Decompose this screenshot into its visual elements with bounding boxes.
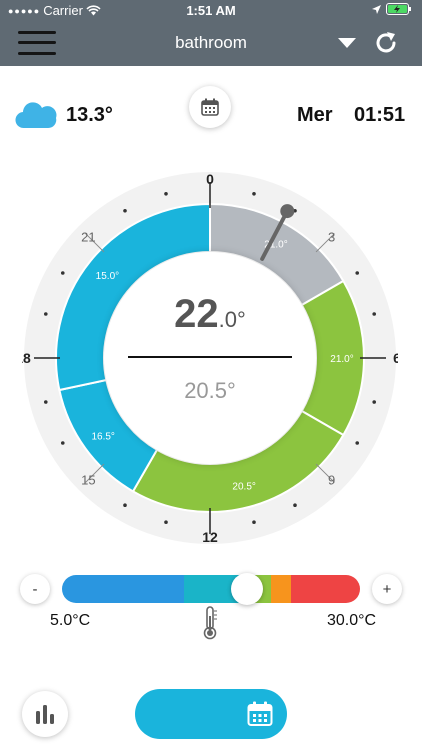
bar-chart-icon: [36, 705, 54, 724]
temperature-center: 22.0° 20.5°: [104, 252, 316, 464]
statistics-button[interactable]: [22, 691, 68, 737]
outside-temperature: 13.3°: [66, 104, 113, 126]
current-time: 01:51: [354, 104, 406, 126]
hour-dot: [293, 503, 297, 508]
hour-dot: [252, 191, 256, 196]
calendar-icon: [247, 701, 273, 726]
temperature-slider-track[interactable]: [62, 575, 360, 603]
room-title[interactable]: bathroom: [0, 33, 422, 53]
hour-dot: [355, 271, 360, 275]
battery-charging-icon: [386, 3, 411, 15]
calendar-icon: [201, 98, 219, 116]
hour-label: 21: [81, 229, 95, 244]
segment-temp-label: 21.0°: [330, 354, 353, 365]
segment-temp-label: 15.0°: [96, 271, 119, 282]
current-temperature: 20.5°: [184, 378, 236, 403]
hour-dot: [60, 271, 65, 275]
set-temp-integer: 22: [174, 292, 219, 336]
hour-dot: [372, 312, 377, 316]
schedule-dial[interactable]: 21.0°21.0°20.5°16.5°15.0° 036912151821 2…: [22, 170, 398, 546]
hour-label: 18: [22, 350, 31, 366]
chevron-down-icon[interactable]: [338, 38, 356, 49]
slider-band: [291, 575, 360, 603]
cloud-icon: [15, 102, 57, 129]
hour-dot: [60, 441, 65, 445]
slider-band: [62, 575, 185, 603]
hour-label: 12: [202, 529, 218, 545]
hour-label: 6: [393, 350, 398, 366]
schedule-button[interactable]: [135, 689, 287, 739]
divider: [128, 356, 292, 358]
weekday-label: Mer: [297, 104, 333, 126]
current-time-hand-knob[interactable]: [280, 204, 295, 219]
min-temp-label: 5.0°C: [50, 612, 91, 629]
hour-dot: [164, 191, 168, 196]
hour-dot: [372, 400, 377, 404]
slider-band: [270, 575, 292, 603]
set-temperature: 22.0°: [104, 292, 316, 337]
status-bar: ●●●●● Carrier 1:51 AM: [0, 0, 422, 22]
temperature-slider-knob[interactable]: [230, 573, 263, 605]
hour-dot: [43, 312, 48, 316]
status-right: [371, 3, 412, 15]
hour-dot: [123, 503, 127, 508]
app-header: bathroom: [0, 22, 422, 66]
location-arrow-icon: [372, 4, 381, 14]
set-temp-decimal: .0°: [218, 307, 246, 332]
max-temp-label: 30.0°C: [327, 612, 377, 629]
decrease-temp-button[interactable]: -: [20, 574, 50, 604]
hour-dot: [43, 400, 48, 404]
status-time: 1:51 AM: [186, 3, 236, 18]
hour-label: 15: [81, 473, 95, 488]
hour-dot: [164, 520, 168, 525]
refresh-icon[interactable]: [373, 30, 399, 56]
segment-temp-label: 20.5°: [232, 482, 255, 493]
hour-label: 9: [328, 473, 335, 488]
hour-dot: [123, 208, 127, 213]
increase-temp-button[interactable]: +: [372, 574, 402, 604]
calendar-button[interactable]: [189, 86, 231, 128]
hour-dot: [252, 520, 256, 525]
hour-label: 0: [206, 171, 214, 187]
hour-dot: [355, 441, 360, 445]
hour-label: 3: [328, 229, 335, 244]
thermometer-icon: [203, 606, 217, 640]
segment-temp-label: 16.5°: [91, 432, 114, 443]
